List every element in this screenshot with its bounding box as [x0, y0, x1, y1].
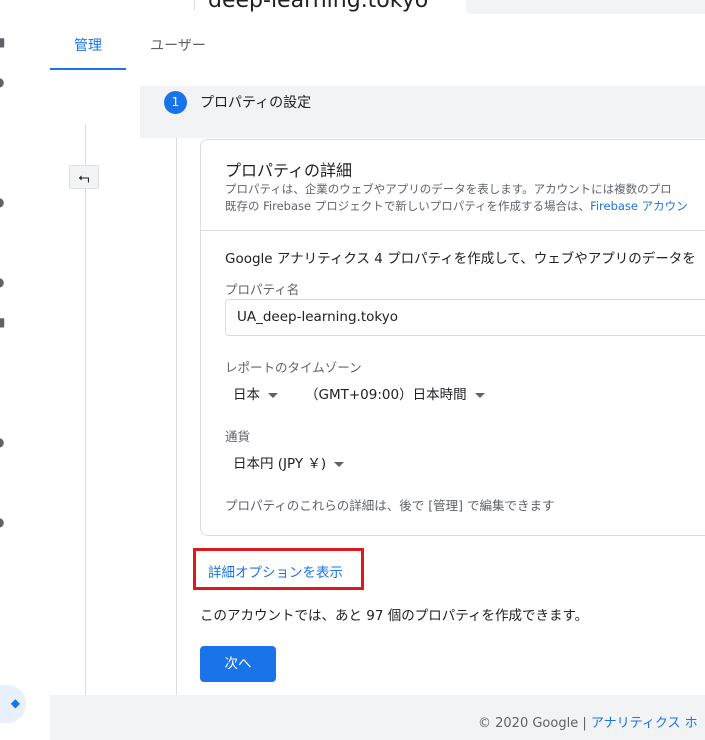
nav-customize-icon[interactable]: ● [0, 76, 6, 88]
timezone-label: レポートのタイムゾーン [225, 360, 362, 375]
nav-discover-icon[interactable]: ▸ [0, 356, 6, 368]
card-desc-line2: 既存の Firebase プロジェクトで新しいプロパティを作成する場合は、Fir… [225, 198, 688, 215]
nav-attribution-icon[interactable]: ■ [0, 316, 6, 328]
search-box[interactable] [466, 0, 705, 14]
analytics-home-link[interactable]: アナリティクス ホ [591, 716, 698, 731]
account-title[interactable]: deep-learning.tokyo [208, 0, 428, 13]
timezone-select[interactable]: （GMT+09:00）日本時間 [305, 383, 485, 403]
nav-realtime-icon[interactable]: ▸ [0, 116, 6, 128]
advanced-options-link[interactable]: 詳細オプションを表示 [208, 561, 343, 581]
timezone-country-value: 日本 [233, 387, 260, 403]
nav-acquisition-icon[interactable]: ● [0, 196, 6, 208]
next-button[interactable]: 次へ [200, 646, 276, 682]
step-connector-line [176, 138, 177, 695]
card-header: プロパティの詳細 プロパティは、企業のウェブやアプリのデータを表します。アカウン… [201, 140, 705, 231]
currency-label: 通貨 [225, 429, 251, 444]
left-divider-line [85, 124, 86, 695]
left-nav-rail: ■ ● ▸ ▸ ● ▸ ● ■ ▸ ● ▸ ● ◆ [0, 22, 50, 740]
arrow-back-icon: ⮢ [78, 170, 90, 186]
currency-value: 日本円 (JPY ￥) [233, 456, 327, 472]
back-button[interactable]: ⮢ [69, 165, 99, 189]
card-desc-text: 既存の Firebase プロジェクトで新しいプロパティを作成する場合は、 [225, 199, 591, 213]
top-bar: deep-learning.tokyo [0, 0, 705, 23]
property-name-input[interactable]: UA_deep-learning.tokyo [225, 299, 705, 336]
tab-users[interactable]: ユーザー [138, 22, 218, 70]
firebase-account-link[interactable]: Firebase アカウン [590, 199, 688, 213]
nav-conversion-icon[interactable]: ● [0, 276, 6, 288]
property-name-label: プロパティ名 [225, 282, 300, 297]
nav-link-icon[interactable]: ▸ [0, 476, 6, 488]
card-title: プロパティの詳細 [225, 161, 353, 180]
nav-behavior-icon[interactable]: ▸ [0, 236, 6, 248]
nav-home-icon[interactable]: ■ [0, 36, 6, 48]
chevron-down-icon [268, 392, 278, 398]
card-footnote: プロパティのこれらの詳細は、後で [管理] で編集できます [225, 498, 555, 513]
timezone-country-select[interactable]: 日本 [233, 383, 278, 403]
chevron-down-icon [334, 461, 345, 467]
nav-admin-icon[interactable]: ● [0, 436, 6, 448]
card-desc-line1: プロパティは、企業のウェブやアプリのデータを表します。アカウントには複数のプロ [225, 182, 672, 196]
step-title: プロパティの設定 [200, 95, 312, 111]
step-header: 1 プロパティの設定 [140, 86, 705, 138]
footer: © 2020 Google | アナリティクス ホ [478, 712, 698, 731]
nav-admin-active-icon[interactable]: ◆ [0, 685, 26, 723]
property-name-value: UA_deep-learning.tokyo [237, 309, 398, 325]
nav-audience-icon[interactable]: ▸ [0, 156, 6, 168]
copyright-text: © 2020 Google [478, 716, 579, 731]
chevron-down-icon [474, 392, 485, 398]
remaining-properties-text: このアカウントでは、あと 97 個のプロパティを作成できます。 [200, 608, 589, 624]
tab-bar: 管理 ユーザー [50, 22, 705, 70]
ga4-info-text: Google アナリティクス 4 プロパティを作成して、ウェブやアプリのデータを [225, 251, 696, 267]
currency-select[interactable]: 日本円 (JPY ￥) [233, 452, 345, 472]
footer-separator: | [582, 716, 587, 731]
card-description: プロパティは、企業のウェブやアプリのデータを表します。アカウントには複数のプロ … [225, 181, 688, 215]
header-divider [194, 0, 195, 10]
step-number-badge: 1 [164, 91, 187, 114]
timezone-value: （GMT+09:00）日本時間 [305, 387, 467, 403]
nav-settings-icon[interactable]: ● [0, 516, 6, 528]
tab-admin[interactable]: 管理 [50, 22, 126, 70]
property-details-card: プロパティの詳細 プロパティは、企業のウェブやアプリのデータを表します。アカウン… [200, 139, 705, 536]
